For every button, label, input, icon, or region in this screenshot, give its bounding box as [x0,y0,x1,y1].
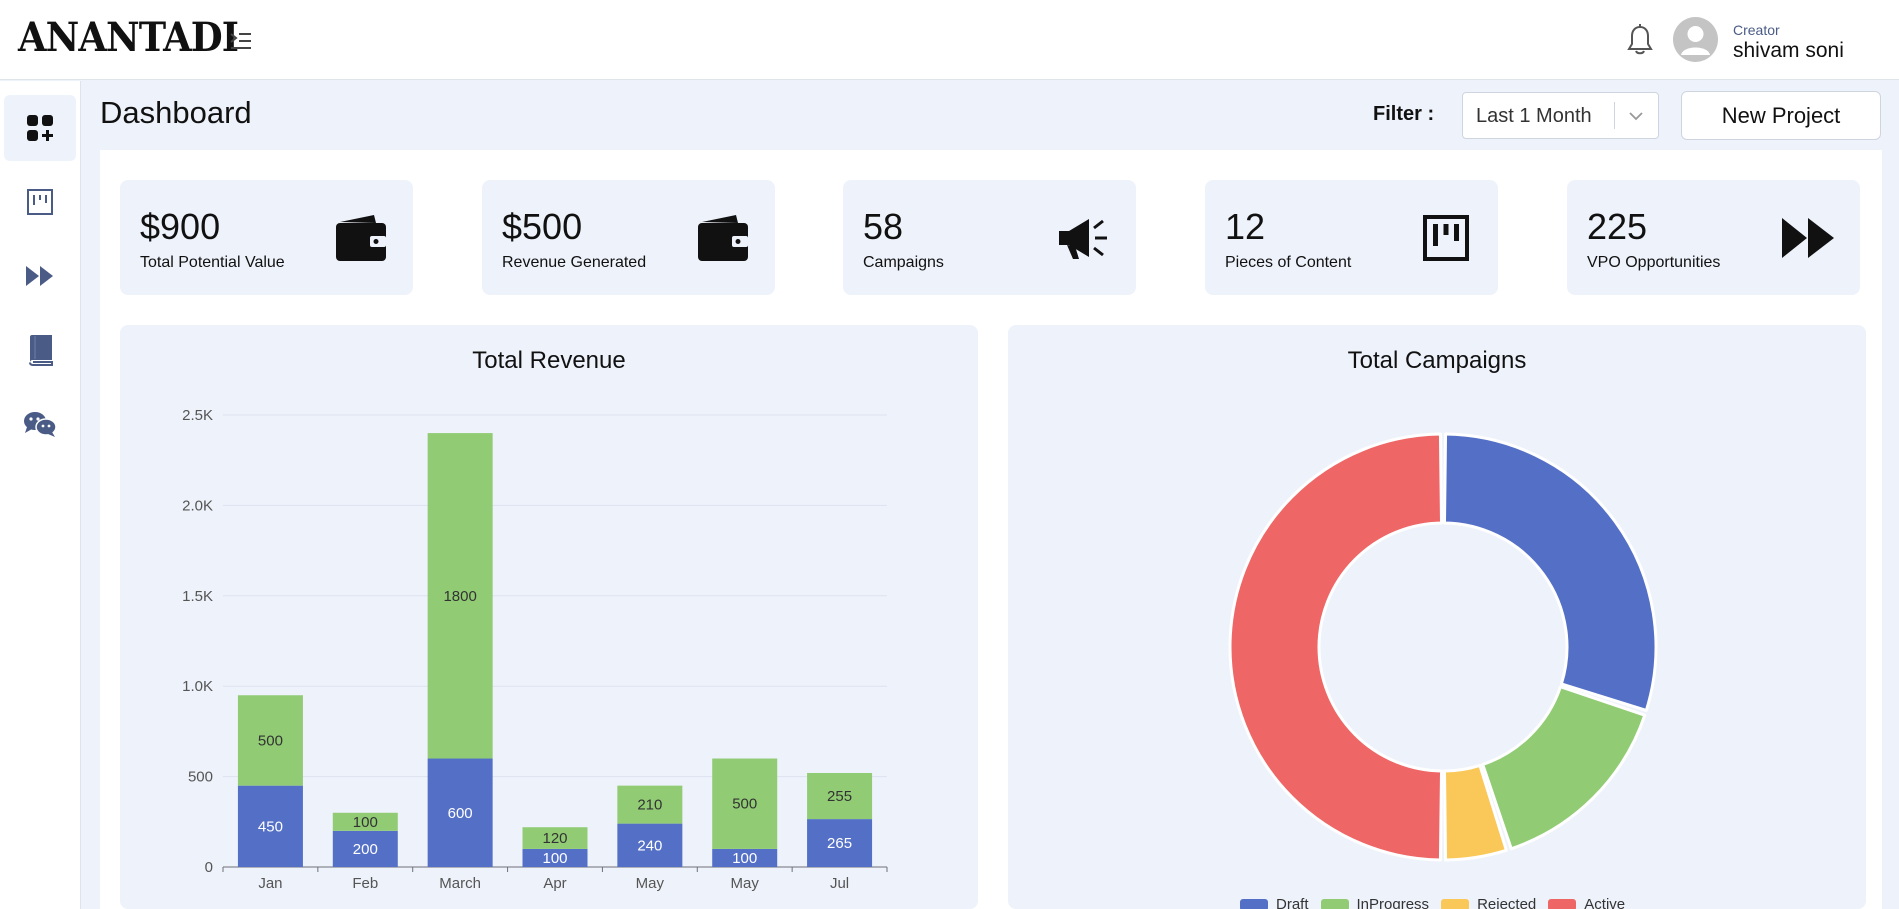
filter-selected-value: Last 1 Month [1476,105,1592,127]
user-name[interactable]: shivam soni [1733,39,1844,63]
campaigns-donut-chart [1228,432,1658,862]
data-label: 450 [258,818,283,835]
stat-value: $900 [140,206,221,247]
data-label: 100 [542,850,567,867]
stat-value: $500 [502,206,583,247]
fast-forward-icon [26,266,53,286]
data-label: 100 [353,814,378,831]
legend-item[interactable]: InProgress [1320,896,1430,909]
stat-card-pieces-of-content[interactable]: 12 Pieces of Content [1205,180,1498,295]
chat-bubbles-icon [24,412,57,437]
x-tick-label: Feb [352,875,378,892]
wallet-icon [333,212,389,264]
legend-label: Draft [1276,896,1309,909]
data-label: 500 [732,796,757,813]
y-tick-label: 0 [205,859,213,876]
stat-card-campaigns[interactable]: 58 Campaigns [843,180,1136,295]
notification-bell-icon[interactable] [1622,22,1658,58]
stat-label: Campaigns [863,254,944,271]
filter-dropdown[interactable]: Last 1 Month [1462,92,1659,139]
stat-card-vpo-opportunities[interactable]: 225 VPO Opportunities [1567,180,1860,295]
stat-value: 12 [1225,206,1266,247]
sidebar-item-projects[interactable] [4,169,76,235]
legend-label: InProgress [1356,896,1430,909]
stat-label: Pieces of Content [1225,254,1352,271]
data-label: 1800 [443,588,476,605]
sidebar-item-dashboard[interactable] [4,95,76,161]
fast-forward-icon [1780,212,1836,264]
legend-swatch [1441,898,1470,909]
filter-label: Filter : [1373,103,1435,125]
x-tick-label: May [731,875,760,892]
legend-swatch [1548,898,1577,909]
y-tick-label: 1.5K [182,588,213,605]
data-label: 600 [448,805,473,822]
pie-slice [1442,432,1658,712]
chevron-down-icon[interactable] [1623,105,1649,127]
total-campaigns-panel: Total Campaigns [1008,325,1866,909]
revenue-bar-chart: 0 500 1.0K 1.5K 2.0K 2.5K Jan 450 500 Feb 200 100 Ma… [182,407,888,892]
data-label: 500 [258,732,283,749]
legend-swatch [1320,898,1349,909]
legend-item[interactable]: Draft [1240,896,1309,909]
kanban-board-icon [1418,212,1474,264]
megaphone-icon [1056,212,1112,264]
x-tick-label: May [636,875,665,892]
x-tick-label: March [439,875,481,892]
user-role: Creator [1733,22,1780,38]
data-label: 120 [542,830,567,847]
sidebar-item-library[interactable] [4,317,76,383]
dropdown-separator [1614,102,1615,129]
legend-label: Rejected [1477,896,1537,909]
stat-card-revenue-generated[interactable]: $500 Revenue Generated [482,180,775,295]
x-tick-label: Jan [258,875,282,892]
stat-label: VPO Opportunities [1587,254,1721,271]
chart-legend: Draft InProgress Rejected Active [1240,896,1625,909]
legend-label: Active [1584,896,1626,909]
legend-item[interactable]: Active [1548,896,1625,909]
data-label: 200 [353,841,378,858]
data-label: 265 [827,835,852,852]
avatar[interactable] [1673,17,1718,62]
wallet-icon [695,212,751,264]
pie-slice [1481,685,1647,851]
data-label: 100 [732,850,757,867]
stat-value: 225 [1587,206,1648,247]
dashboard-add-icon [27,115,53,141]
book-icon [29,335,53,366]
data-label: 210 [637,797,662,814]
sidebar-item-chat[interactable] [4,391,76,457]
y-tick-label: 500 [188,769,213,786]
stat-label: Revenue Generated [502,254,647,271]
total-revenue-panel: Total Revenue 0 500 1.0K 1.5K 2.0K 2.5K Jan 450… [120,325,978,909]
app-logo[interactable]: ANANTADI [18,14,239,61]
legend-swatch [1240,898,1268,909]
legend-item[interactable]: Rejected [1441,896,1536,909]
x-tick-label: Jul [830,875,849,892]
menu-toggle-icon[interactable] [226,26,256,56]
kanban-board-icon [27,189,53,215]
y-tick-label: 1.0K [182,678,213,695]
new-project-button[interactable]: New Project [1681,91,1881,140]
x-tick-label: Apr [543,875,566,892]
top-bar: ANANTADI Creator shivam soni [0,0,1899,80]
stat-card-total-potential-value[interactable]: $900 Total Potential Value [120,180,413,295]
stat-value: 58 [863,206,904,247]
y-tick-label: 2.0K [182,497,213,514]
page-title: Dashboard [100,95,252,130]
data-label: 240 [637,837,662,854]
y-tick-label: 2.5K [182,407,213,424]
sidebar-item-opportunities[interactable] [4,243,76,309]
sidebar [0,81,81,909]
pie-slice [1228,432,1444,862]
data-label: 255 [827,788,852,805]
stat-label: Total Potential Value [140,254,285,271]
